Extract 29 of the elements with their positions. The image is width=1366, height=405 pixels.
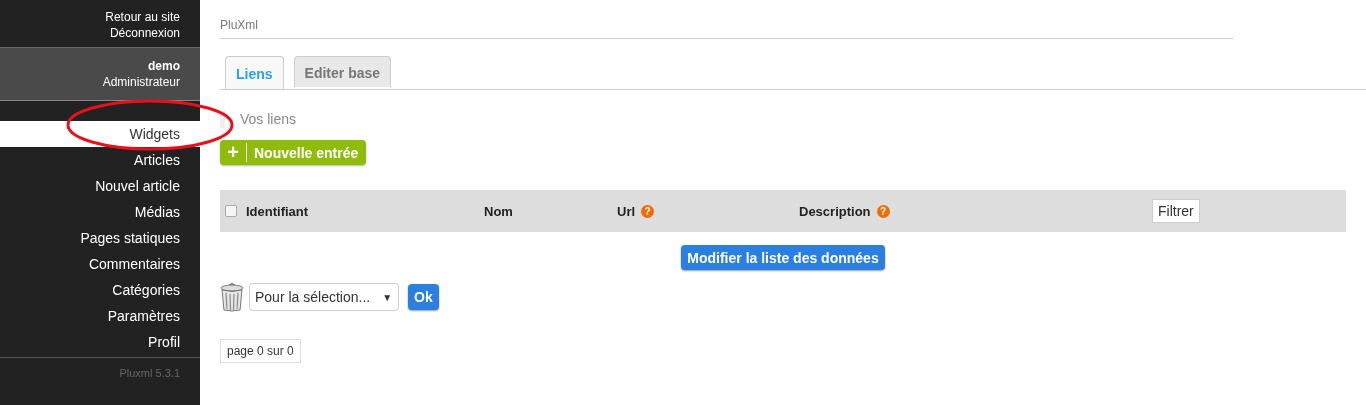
menu-item[interactable]: Médias [0, 199, 200, 225]
menu-item[interactable]: Widgets [0, 121, 200, 147]
menu-item[interactable]: Paramètres [0, 303, 200, 329]
header-link[interactable]: Déconnexion [109, 25, 180, 41]
menu-item[interactable]: Nouvel article [0, 173, 200, 199]
filter-button[interactable]: Filtrer [1152, 199, 1200, 223]
column-header: Nom [484, 203, 513, 219]
section-marker [220, 110, 225, 128]
menu-item[interactable]: Profil [0, 329, 200, 355]
user-name: demo [148, 58, 180, 74]
section-title: Vos liens [240, 111, 297, 127]
ok-button[interactable]: Ok [408, 284, 439, 310]
modify-list-button[interactable]: Modifier la liste des données [681, 245, 885, 270]
menu-item[interactable]: Commentaires [0, 251, 200, 277]
column-header: Url [617, 203, 636, 219]
tab[interactable]: Editer base [293, 56, 392, 87]
header-link[interactable]: Retour au site [105, 9, 180, 25]
menu-item[interactable]: Articles [0, 147, 200, 173]
menu-item[interactable]: Pages statiques [0, 225, 200, 251]
column-header: Identifiant [246, 203, 309, 219]
user-role: Administrateur [102, 74, 180, 90]
breadcrumb: PluXml [220, 18, 258, 32]
action-select[interactable]: Pour la sélection... ▼ [249, 283, 400, 311]
select-all-checkbox[interactable] [225, 205, 237, 217]
menu-item[interactable]: Catégories [0, 277, 200, 303]
version-label: Pluxml 5.3.1 [118, 366, 181, 379]
column-header: Description [799, 203, 871, 219]
pagination-label: page 0 sur 0 [220, 339, 301, 363]
trash-icon [220, 282, 244, 312]
